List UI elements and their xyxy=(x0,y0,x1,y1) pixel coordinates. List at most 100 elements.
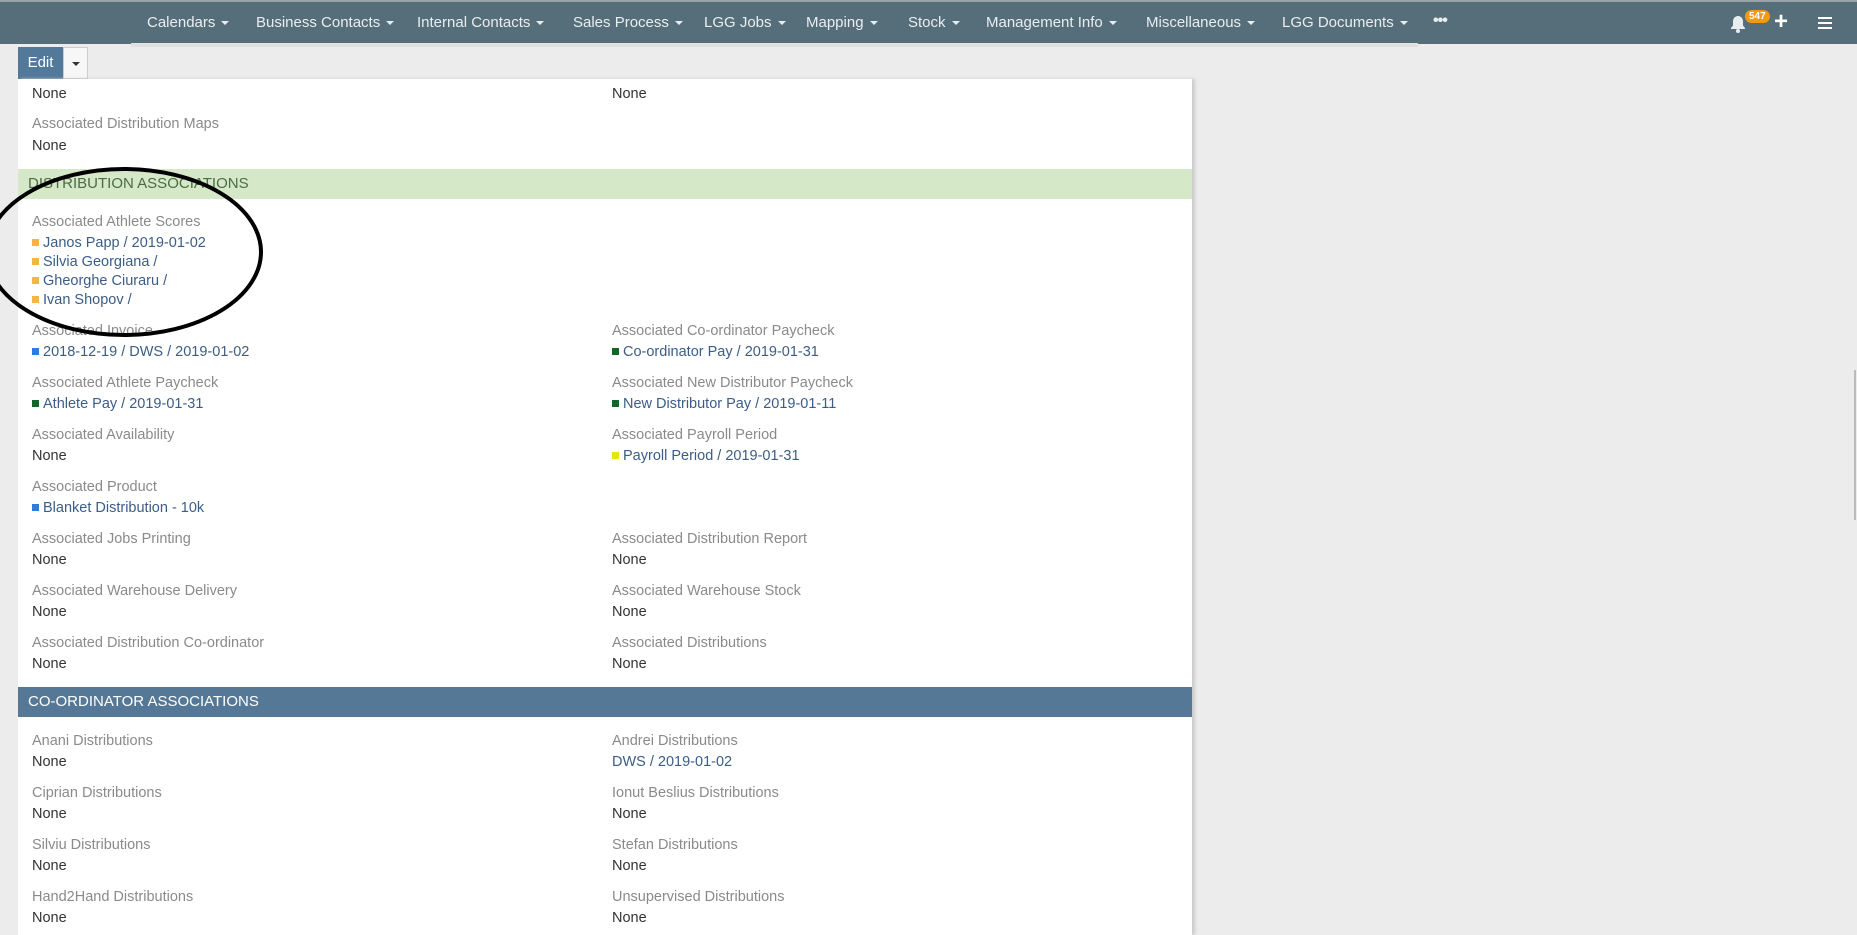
nav-mapping[interactable]: Mapping xyxy=(806,14,878,31)
nav-miscellaneous[interactable]: Miscellaneous xyxy=(1146,14,1256,31)
field-label: Associated Co-ordinator Paycheck xyxy=(612,323,835,339)
nav-internal-contacts[interactable]: Internal Contacts xyxy=(417,14,545,31)
field-label: Associated Distribution Co-ordinator xyxy=(32,635,265,651)
nav-stock[interactable]: Stock xyxy=(908,14,960,31)
field-label: Associated Athlete Paycheck xyxy=(32,375,219,391)
value-text: None xyxy=(612,604,647,620)
field-label: Silviu Distributions xyxy=(32,837,151,853)
field-label: Associated Athlete Scores xyxy=(32,214,201,230)
value-text: None xyxy=(32,448,67,464)
field-value: None xyxy=(32,856,67,876)
value-text: None xyxy=(612,552,647,568)
field-value: None xyxy=(32,752,67,772)
marker-icon xyxy=(32,239,39,246)
marker-icon xyxy=(612,452,619,459)
value-text: None xyxy=(612,806,647,822)
marker-icon xyxy=(32,296,39,303)
field-label: Stefan Distributions xyxy=(612,837,738,853)
nav-label: LGG Documents xyxy=(1282,14,1394,31)
athlete-score-link[interactable]: Janos Papp / 2019-01-02 xyxy=(32,233,206,253)
field-link[interactable]: DWS / 2019-01-02 xyxy=(612,752,732,772)
marker-icon xyxy=(32,400,39,407)
scrollbar[interactable] xyxy=(1854,370,1856,520)
nav-label: Internal Contacts xyxy=(417,14,531,31)
marker-icon xyxy=(612,400,619,407)
athlete-score-link[interactable]: Ivan Shopov / xyxy=(32,290,132,310)
value-text: Co-ordinator Pay / 2019-01-31 xyxy=(623,344,819,360)
field-link[interactable]: Co-ordinator Pay / 2019-01-31 xyxy=(612,342,819,362)
field-label: Hand2Hand Distributions xyxy=(32,889,194,905)
field-value: None xyxy=(612,908,647,928)
marker-icon xyxy=(612,348,619,355)
field-value: None xyxy=(612,856,647,876)
value-text: None xyxy=(32,552,67,568)
menu-icon[interactable] xyxy=(1818,17,1832,32)
nav-management-info[interactable]: Management Info xyxy=(986,14,1117,31)
nav-label: Sales Process xyxy=(573,14,669,31)
field-link[interactable]: Blanket Distribution - 10k xyxy=(32,498,204,518)
field-link[interactable]: Athlete Pay / 2019-01-31 xyxy=(32,394,203,414)
section-header-coordinator[interactable]: CO-ORDINATOR ASSOCIATIONS xyxy=(18,687,1192,717)
field-label: Associated Availability xyxy=(32,427,175,443)
field-value: None xyxy=(32,804,67,824)
marker-icon xyxy=(32,348,39,355)
field-link[interactable]: Payroll Period / 2019-01-31 xyxy=(612,446,800,466)
athlete-score-link[interactable]: Gheorghe Ciuraru / xyxy=(32,271,167,291)
caret-down-icon xyxy=(536,21,545,26)
value-text: None xyxy=(32,604,67,620)
marker-icon xyxy=(32,504,39,511)
field-value: None xyxy=(32,446,67,466)
nav-calendars[interactable]: Calendars xyxy=(147,14,230,31)
caret-down-icon xyxy=(1399,21,1408,26)
nav-label: Management Info xyxy=(986,14,1103,31)
field-value: None xyxy=(612,602,647,622)
field-label: Associated Payroll Period xyxy=(612,427,778,443)
more-icon[interactable]: ••• xyxy=(1433,12,1448,30)
detail-panel: None None Associated Distribution Maps N… xyxy=(18,79,1192,935)
field-label: Associated Product xyxy=(32,479,157,495)
field-label: Unsupervised Distributions xyxy=(612,889,785,905)
field-value: None xyxy=(32,138,67,154)
caret-down-icon xyxy=(951,21,960,26)
nav-underline xyxy=(131,43,1418,47)
athlete-score-link[interactable]: Silvia Georgiana / xyxy=(32,252,157,272)
caret-down-icon xyxy=(72,62,80,66)
marker-icon xyxy=(32,277,39,284)
nav-business-contacts[interactable]: Business Contacts xyxy=(256,14,395,31)
value-text: 2018-12-19 / DWS / 2019-01-02 xyxy=(43,344,250,360)
marker-icon xyxy=(32,258,39,265)
caret-down-icon xyxy=(221,21,230,26)
edit-dropdown-toggle[interactable] xyxy=(63,47,88,79)
field-value: None xyxy=(32,550,67,570)
field-value: None xyxy=(32,86,67,102)
edit-button[interactable]: Edit xyxy=(18,47,63,79)
caret-down-icon xyxy=(777,21,786,26)
nav-label: Mapping xyxy=(806,14,864,31)
value-text: None xyxy=(32,806,67,822)
field-label: Associated Warehouse Stock xyxy=(612,583,801,599)
nav-sales-process[interactable]: Sales Process xyxy=(573,14,683,31)
field-label: Associated Distribution Maps xyxy=(32,116,219,132)
value-text: None xyxy=(32,910,67,926)
field-link[interactable]: 2018-12-19 / DWS / 2019-01-02 xyxy=(32,342,249,362)
section-header-distribution[interactable]: DISTRIBUTION ASSOCIATIONS xyxy=(18,169,1192,199)
field-link[interactable]: New Distributor Pay / 2019-01-11 xyxy=(612,394,836,414)
value-text: New Distributor Pay / 2019-01-11 xyxy=(623,396,837,412)
field-value: None xyxy=(32,908,67,928)
field-value: None xyxy=(612,550,647,570)
value-text: Athlete Pay / 2019-01-31 xyxy=(43,396,204,412)
field-label: Associated Jobs Printing xyxy=(32,531,191,547)
caret-down-icon xyxy=(1247,21,1256,26)
nav-lgg-jobs[interactable]: LGG Jobs xyxy=(704,14,786,31)
nav-lgg-documents[interactable]: LGG Documents xyxy=(1282,14,1408,31)
value-text: None xyxy=(612,656,647,672)
field-label: Associated Invoice xyxy=(32,323,153,339)
field-label: Associated Distributions xyxy=(612,635,767,651)
nav-label: Stock xyxy=(908,14,946,31)
value-text: Payroll Period / 2019-01-31 xyxy=(623,448,800,464)
field-label: Associated New Distributor Paycheck xyxy=(612,375,853,391)
value-text: None xyxy=(32,754,67,770)
field-value: None xyxy=(32,654,67,674)
plus-icon[interactable]: + xyxy=(1774,8,1788,36)
field-label: Anani Distributions xyxy=(32,733,153,749)
